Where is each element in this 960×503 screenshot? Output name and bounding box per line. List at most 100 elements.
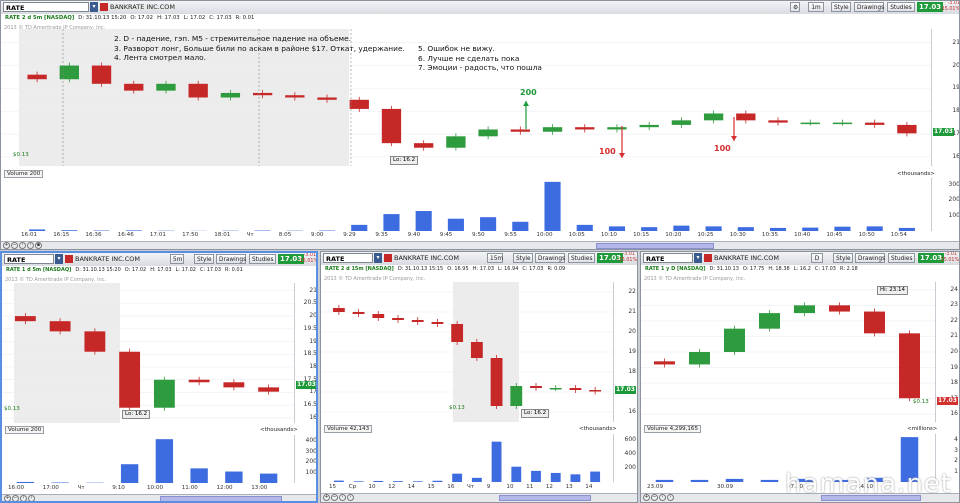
symbol-input[interactable]: RATE: [3, 2, 89, 12]
price-tick-label: 24: [950, 285, 958, 293]
drawings-button[interactable]: Drawings: [854, 2, 884, 12]
price-change: -3.01 -15.01%: [298, 253, 318, 264]
time-axis[interactable]: 16:01 16:15 16:36 16:46 17:01 17:50 18:01 Чт 8:0…: [1, 232, 931, 241]
studies-button[interactable]: Studies: [887, 2, 915, 12]
time-tick-label: 9:50: [472, 232, 485, 238]
price-tick-label: 16: [628, 408, 636, 415]
link-color-icon[interactable]: [704, 254, 712, 262]
zoom-in-icon[interactable]: +: [3, 242, 10, 249]
style-button[interactable]: Style: [194, 254, 214, 264]
volume-bar: [690, 479, 709, 482]
scroll-right-icon[interactable]: ›: [347, 494, 354, 501]
price-plot[interactable]: [641, 282, 935, 422]
symbol-dropdown-icon[interactable]: ▾: [55, 254, 63, 264]
candle: [349, 99, 369, 109]
scroll-left-icon[interactable]: ‹: [20, 495, 27, 501]
price-axis[interactable]: 21 20 19 18 17 16: [931, 29, 959, 166]
scrollbar-thumb[interactable]: [160, 496, 282, 501]
link-color-icon[interactable]: [384, 254, 392, 262]
link-color-icon[interactable]: [100, 3, 108, 11]
timeframe-button[interactable]: D: [811, 253, 823, 263]
zoom-out-icon[interactable]: −: [12, 495, 19, 501]
chart-panel-top: RATE ▾ BANKRATE INC.COM ⚙ 1m Style Drawi…: [0, 0, 960, 250]
trade-label-sell-2: 100: [714, 144, 731, 153]
panel-toolbar: RATE ▾ BANKRATE INC.COM ⚙ 1m Style Drawi…: [1, 1, 959, 15]
timeframe-button[interactable]: 15m: [487, 253, 503, 263]
symbol-dropdown-icon[interactable]: ▾: [90, 2, 98, 12]
candle: [490, 358, 503, 406]
time-axis[interactable]: 16:00 17:00 Чт 9:10 10:00 11:00 12:00 13:00: [2, 485, 294, 494]
drawings-button[interactable]: Drawings: [535, 253, 565, 263]
style-button[interactable]: Style: [831, 2, 851, 12]
timeframe-button[interactable]: 1m: [808, 2, 824, 12]
time-scrollbar[interactable]: + − ‹ ›: [321, 493, 637, 502]
time-scrollbar[interactable]: + − ‹ › ▪: [1, 241, 959, 249]
price-plot[interactable]: [2, 283, 294, 423]
scrollbar-thumb[interactable]: [596, 243, 714, 249]
volume-bar: [898, 227, 915, 231]
time-tick-label: 16:15: [53, 232, 70, 238]
volume-bar: [383, 214, 400, 231]
symbol-dropdown-icon[interactable]: ▾: [374, 253, 382, 263]
candle: [542, 127, 563, 132]
scroll-left-icon[interactable]: ‹: [19, 242, 26, 249]
price-plot[interactable]: [321, 282, 613, 422]
price-change: -3.01 -15.01%: [940, 1, 960, 12]
price-tick-label: 20: [950, 348, 958, 355]
timeframe-button[interactable]: 5m: [170, 254, 184, 264]
time-tick-label: 10:54: [890, 232, 907, 238]
scroll-right-icon[interactable]: ›: [28, 495, 35, 501]
drawings-button[interactable]: Drawings: [855, 253, 885, 263]
time-tick-label: 30.09: [717, 484, 734, 490]
zoom-in-icon[interactable]: +: [4, 495, 11, 501]
zoom-in-icon[interactable]: +: [323, 494, 330, 501]
price-tick-label: 23: [950, 301, 958, 309]
volume-bar: [120, 464, 139, 483]
zoom-out-icon[interactable]: −: [651, 494, 658, 501]
symbol-input[interactable]: RATE: [4, 254, 54, 264]
style-button[interactable]: Style: [833, 253, 853, 263]
time-tick-label: 10:10: [600, 232, 617, 238]
candle: [832, 122, 853, 125]
volume-bar: [452, 473, 463, 482]
price-axis[interactable]: 22212019181716: [613, 282, 637, 422]
studies-button[interactable]: Studies: [249, 254, 276, 264]
studies-button[interactable]: Studies: [888, 253, 915, 263]
drawings-button[interactable]: Drawings: [216, 254, 246, 264]
watermark: hamana.net: [784, 469, 952, 499]
scroll-right-icon[interactable]: ›: [27, 242, 34, 249]
time-scrollbar[interactable]: + − ‹ ›: [2, 494, 316, 501]
volume-bar: [737, 227, 754, 231]
style-button[interactable]: Style: [513, 253, 533, 263]
reset-view-icon[interactable]: ▪: [35, 242, 42, 249]
candle: [223, 382, 245, 388]
time-tick-label: 16: [447, 484, 455, 490]
company-name: BANKRATE INC.COM: [714, 254, 780, 262]
time-tick-label: 9: [486, 484, 491, 490]
price-axis[interactable]: 21 20.5 20 19.5 19 18.5 18 17.5 17 16.5 16: [294, 283, 316, 423]
symbol-input[interactable]: RATE: [323, 253, 373, 263]
scroll-right-icon[interactable]: ›: [667, 494, 674, 501]
zoom-out-icon[interactable]: −: [331, 494, 338, 501]
trade-arrow-buy-head: [523, 101, 529, 106]
zoom-in-icon[interactable]: +: [643, 494, 650, 501]
corporate-action-label: $0.13: [913, 399, 929, 405]
volume-plot[interactable]: [2, 435, 294, 483]
time-tick-label: 18:01: [214, 232, 231, 238]
studies-button[interactable]: Studies: [568, 253, 595, 263]
scroll-left-icon[interactable]: ‹: [659, 494, 666, 501]
gear-icon[interactable]: ⚙: [790, 2, 800, 12]
scroll-left-icon[interactable]: ‹: [339, 494, 346, 501]
time-tick-label: Чт: [246, 232, 254, 238]
zoom-out-icon[interactable]: −: [11, 242, 18, 249]
time-tick-label: 12:00: [216, 485, 233, 491]
price-tick-label: 22: [950, 316, 958, 324]
volume-plot[interactable]: [1, 178, 931, 231]
symbol-dropdown-icon[interactable]: ▾: [694, 253, 702, 263]
time-axis[interactable]: 15 Ср 10 12 14 15 16 Чт 9 10 11 12 13 14: [321, 484, 613, 493]
volume-plot[interactable]: [321, 434, 613, 482]
scrollbar-thumb[interactable]: [499, 495, 591, 501]
symbol-input[interactable]: RATE: [643, 253, 693, 263]
link-color-icon[interactable]: [65, 255, 73, 263]
candle: [689, 352, 710, 365]
